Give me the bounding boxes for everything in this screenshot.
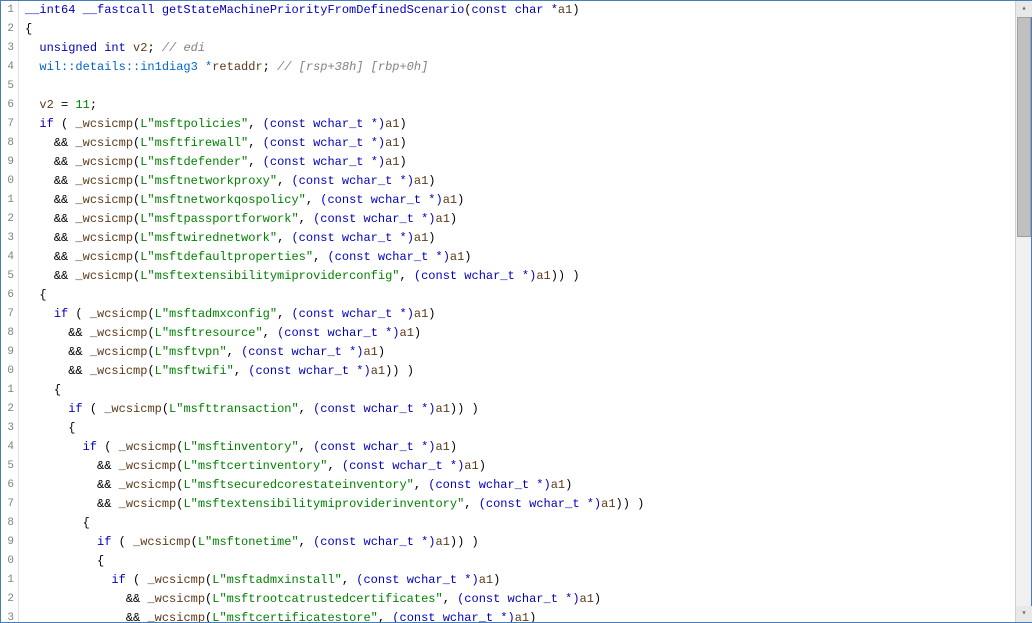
code-line: && _wcsicmp(L"msftcertinventory", (const… [25, 457, 1031, 476]
line-number: 8 [1, 324, 14, 343]
line-number: 9 [1, 153, 14, 172]
code-line: if ( _wcsicmp(L"msftpolicies", (const wc… [25, 115, 1031, 134]
line-number: 8 [1, 134, 14, 153]
code-line: if ( _wcsicmp(L"msfttransaction", (const… [25, 400, 1031, 419]
line-number: 5 [1, 267, 14, 286]
line-number: 1 [1, 381, 14, 400]
code-line: && _wcsicmp(L"msftpassportforwork", (con… [25, 210, 1031, 229]
line-number: 4 [1, 438, 14, 457]
line-number: 0 [1, 172, 14, 191]
line-number: 7 [1, 495, 14, 514]
line-number: 2 [1, 400, 14, 419]
line-number: 3 [1, 229, 14, 248]
code-line: unsigned int v2; // edi [25, 39, 1031, 58]
code-line: && _wcsicmp(L"msftwirednetwork", (const … [25, 229, 1031, 248]
line-number: 7 [1, 305, 14, 324]
scroll-thumb[interactable] [1017, 17, 1031, 237]
code-line: && _wcsicmp(L"msftcertificatestore", (co… [25, 609, 1031, 622]
code-line: && _wcsicmp(L"msftresource", (const wcha… [25, 324, 1031, 343]
code-line: if ( _wcsicmp(L"msftonetime", (const wch… [25, 533, 1031, 552]
code-editor: 1234567890123456789012345678901234567890… [1, 1, 1031, 622]
line-number: 0 [1, 552, 14, 571]
scroll-down-button[interactable]: ▾ [1016, 606, 1032, 622]
code-line: { [25, 552, 1031, 571]
code-line: && _wcsicmp(L"msftdefaultproperties", (c… [25, 248, 1031, 267]
line-number: 2 [1, 20, 14, 39]
code-line: if ( _wcsicmp(L"msftadmxinstall", (const… [25, 571, 1031, 590]
line-number: 6 [1, 476, 14, 495]
code-line: && _wcsicmp(L"msftfirewall", (const wcha… [25, 134, 1031, 153]
line-number: 5 [1, 457, 14, 476]
scroll-up-button[interactable]: ▴ [1016, 1, 1032, 17]
code-line: { [25, 20, 1031, 39]
code-line: && _wcsicmp(L"msftvpn", (const wchar_t *… [25, 343, 1031, 362]
line-number: 6 [1, 286, 14, 305]
line-number: 2 [1, 590, 14, 609]
line-number: 1 [1, 1, 14, 20]
vertical-scrollbar[interactable]: ▴ ▾ [1015, 1, 1031, 622]
line-number: 3 [1, 609, 14, 622]
line-number: 4 [1, 248, 14, 267]
line-number: 1 [1, 571, 14, 590]
code-line: v2 = 11; [25, 96, 1031, 115]
code-line: if ( _wcsicmp(L"msftadmxconfig", (const … [25, 305, 1031, 324]
code-line: { [25, 286, 1031, 305]
line-number: 4 [1, 58, 14, 77]
line-number: 1 [1, 191, 14, 210]
line-number: 6 [1, 96, 14, 115]
line-number: 3 [1, 419, 14, 438]
line-number: 9 [1, 343, 14, 362]
code-line: && _wcsicmp(L"msftextensibilitymiprovide… [25, 267, 1031, 286]
code-line: && _wcsicmp(L"msftextensibilitymiprovide… [25, 495, 1031, 514]
code-line: && _wcsicmp(L"msftwifi", (const wchar_t … [25, 362, 1031, 381]
line-number: 5 [1, 77, 14, 96]
line-number: 9 [1, 533, 14, 552]
line-number-gutter: 1234567890123456789012345678901234567890… [1, 1, 19, 622]
line-number: 8 [1, 514, 14, 533]
code-line: && _wcsicmp(L"msftsecuredcorestateinvent… [25, 476, 1031, 495]
code-line: { [25, 514, 1031, 533]
code-content[interactable]: __int64 __fastcall getStateMachinePriori… [19, 1, 1031, 622]
line-number: 3 [1, 39, 14, 58]
code-line: { [25, 381, 1031, 400]
line-number: 7 [1, 115, 14, 134]
code-line: && _wcsicmp(L"msftdefender", (const wcha… [25, 153, 1031, 172]
code-line: wil::details::in1diag3 *retaddr; // [rsp… [25, 58, 1031, 77]
code-line: && _wcsicmp(L"msftnetworkproxy", (const … [25, 172, 1031, 191]
code-line: if ( _wcsicmp(L"msftinventory", (const w… [25, 438, 1031, 457]
code-line: && _wcsicmp(L"msftrootcatrustedcertifica… [25, 590, 1031, 609]
code-line: { [25, 419, 1031, 438]
code-line [25, 77, 1031, 96]
code-line: && _wcsicmp(L"msftnetworkqospolicy", (co… [25, 191, 1031, 210]
line-number: 2 [1, 210, 14, 229]
line-number: 0 [1, 362, 14, 381]
code-line: __int64 __fastcall getStateMachinePriori… [25, 1, 1031, 20]
